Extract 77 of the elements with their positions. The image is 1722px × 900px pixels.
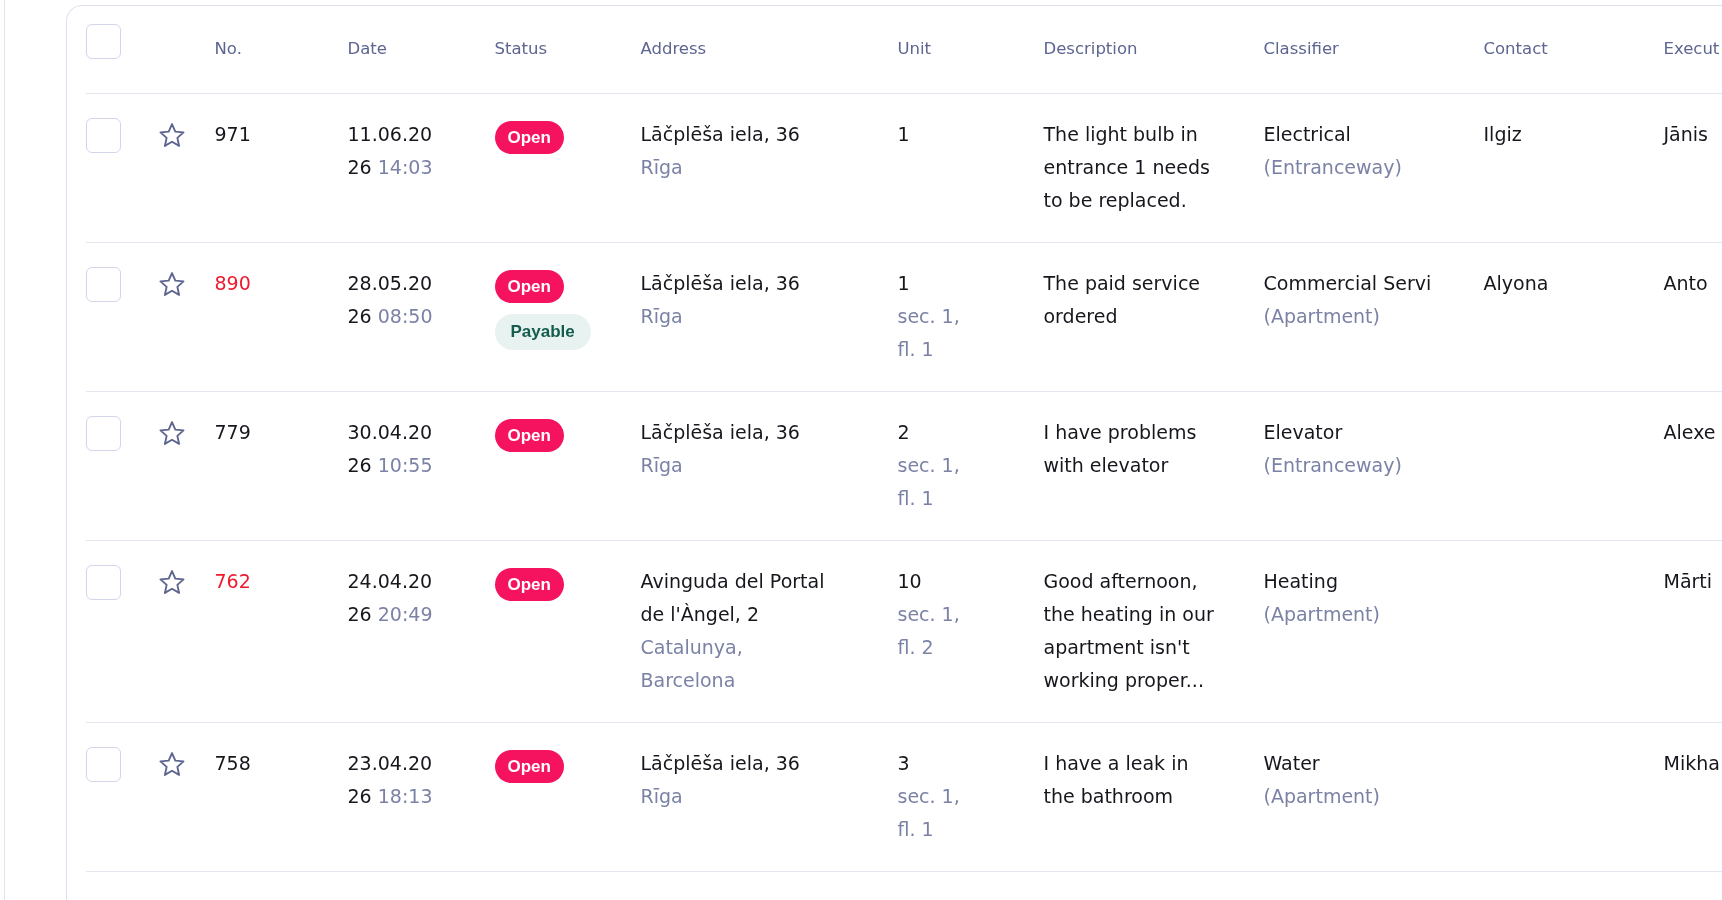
unit-location: sec. 1, fl. 1 xyxy=(897,453,961,511)
column-header: Date xyxy=(347,38,388,60)
category-text: Elevator xyxy=(1263,420,1343,445)
row-checkbox[interactable] xyxy=(85,565,121,600)
executor-name: Mikha xyxy=(1663,751,1720,776)
request-date: 28.05.2026 08:50 xyxy=(347,271,434,329)
select-all-checkbox[interactable] xyxy=(85,24,121,59)
category-text: Commercial Servi xyxy=(1263,271,1432,296)
city-text: Rīga xyxy=(640,155,683,180)
status-badge: Open xyxy=(494,121,564,154)
status-badge: Payable xyxy=(494,314,591,350)
category-area-text: (Entranceway) xyxy=(1263,453,1402,478)
star-icon[interactable] xyxy=(158,123,185,147)
description-text: The paid service ordered xyxy=(1043,271,1202,329)
executor-name: Alexe xyxy=(1663,420,1716,445)
request-date: 23.04.2026 18:13 xyxy=(347,751,434,809)
star-icon[interactable] xyxy=(158,421,185,445)
request-date: 30.04.2026 10:55 xyxy=(347,420,434,478)
address-text: Lāčplēša iela, 36 xyxy=(640,751,800,776)
executor-name: Jānis xyxy=(1663,122,1708,147)
request-date: 11.06.2026 14:03 xyxy=(347,122,434,180)
status-badge: Open xyxy=(494,270,564,303)
request-number: 762 xyxy=(214,569,251,594)
category-area-text: (Apartment) xyxy=(1263,304,1380,329)
column-header: Description xyxy=(1043,38,1139,60)
column-header: Address xyxy=(640,38,708,60)
status-badge: Open xyxy=(494,750,564,783)
description-text: Good afternoon, the heating in our apartment isn't working proper... xyxy=(1043,569,1215,693)
category-text: Heating xyxy=(1263,569,1338,594)
description-text: I have a leak in the bathroom xyxy=(1043,751,1190,809)
status-badge: Open xyxy=(494,568,564,601)
unit-location: sec. 1, fl. 1 xyxy=(897,304,961,362)
address-text: Lāčplēša iela, 36 xyxy=(640,271,800,296)
row-checkbox[interactable] xyxy=(85,416,121,451)
column-header: Contact xyxy=(1483,38,1549,60)
request-number: 779 xyxy=(214,420,251,445)
row-checkbox[interactable] xyxy=(85,747,121,782)
description-text: I have problems with elevator xyxy=(1043,420,1198,478)
category-text: Water xyxy=(1263,751,1320,776)
category-area-text: (Apartment) xyxy=(1263,602,1380,627)
unit-number: 1 xyxy=(897,271,910,296)
status-badge: Open xyxy=(494,419,564,452)
category-area-text: (Entranceway) xyxy=(1263,155,1402,180)
description-text: The light bulb in entrance 1 needs to be replaced. xyxy=(1043,122,1211,213)
city-text: Catalunya, Barcelona xyxy=(640,635,744,693)
column-header: Unit xyxy=(897,38,933,60)
address-text: Lāčplēša iela, 36 xyxy=(640,420,800,445)
row-checkbox[interactable] xyxy=(85,267,121,302)
contact-name: Alyona xyxy=(1483,271,1549,296)
city-text: Rīga xyxy=(640,784,683,809)
star-icon[interactable] xyxy=(158,752,185,776)
executor-name: Anto xyxy=(1663,271,1708,296)
city-text: Rīga xyxy=(640,304,683,329)
column-header: Status xyxy=(494,38,549,60)
request-number: 890 xyxy=(214,271,251,296)
column-header: Execut xyxy=(1663,38,1721,60)
star-icon[interactable] xyxy=(158,272,185,296)
unit-location: sec. 1, fl. 2 xyxy=(897,602,961,660)
contact-name: Ilgiz xyxy=(1483,122,1522,147)
address-text: Lāčplēša iela, 36 xyxy=(640,122,800,147)
category-area-text: (Apartment) xyxy=(1263,784,1380,809)
unit-number: 2 xyxy=(897,420,910,445)
column-header: Classifier xyxy=(1263,38,1340,60)
request-number: 971 xyxy=(214,122,251,147)
executor-name: Mārti xyxy=(1663,569,1713,594)
unit-number: 10 xyxy=(897,569,922,594)
row-checkbox[interactable] xyxy=(85,118,121,153)
column-header: No. xyxy=(214,38,243,60)
city-text: Rīga xyxy=(640,453,683,478)
unit-number: 3 xyxy=(897,751,910,776)
request-number: 758 xyxy=(214,751,251,776)
star-icon[interactable] xyxy=(158,570,185,594)
address-text: Avinguda del Portal de l'Àngel, 2 xyxy=(640,569,826,627)
request-date: 24.04.2026 20:49 xyxy=(347,569,434,627)
unit-location: sec. 1, fl. 1 xyxy=(897,784,961,842)
category-text: Electrical xyxy=(1263,122,1351,147)
unit-number: 1 xyxy=(897,122,910,147)
